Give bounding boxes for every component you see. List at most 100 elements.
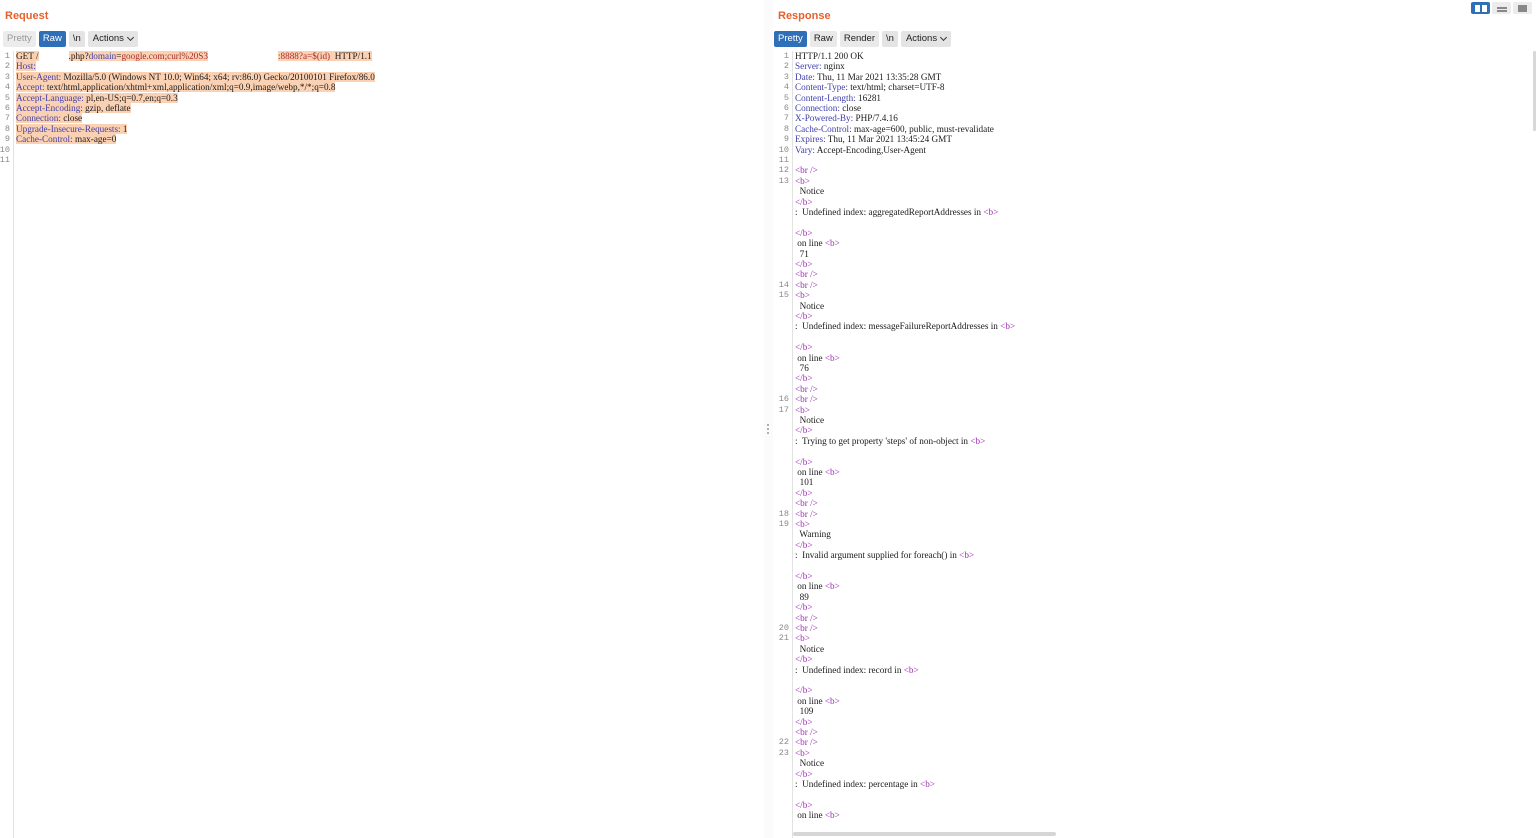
tag: <b>	[824, 352, 840, 363]
in-word: in	[908, 779, 921, 789]
body-line: 101	[795, 477, 814, 488]
on-line: on line	[795, 467, 825, 477]
header-key: Content-Length:	[795, 92, 856, 103]
on-line: on line	[795, 352, 825, 363]
header-value: Thu, 11 Mar 2021 13:35:28 GMT	[814, 71, 942, 82]
response-header: Connection: close	[795, 103, 861, 113]
line-number: 16	[778, 394, 789, 405]
header-key: Connection:	[795, 103, 840, 113]
drag-handle-icon[interactable]	[767, 424, 770, 436]
header-key: Expires:	[795, 134, 826, 145]
layout-tabs-button[interactable]	[1513, 2, 1532, 14]
header-key: Upgrade-Insecure-Requests:	[16, 123, 121, 134]
tag: <b>	[824, 467, 840, 477]
body-line: <b>	[795, 747, 810, 758]
header-value: Mozilla/5.0 (Windows NT 10.0; Win64; x64…	[61, 71, 375, 82]
request-tab-raw[interactable]: Raw	[38, 30, 66, 47]
line-number: 1	[783, 51, 789, 61]
request-line-7: Connection: close	[16, 113, 83, 124]
tag: <b>	[920, 779, 935, 789]
response-tab-raw[interactable]: Raw	[809, 30, 837, 47]
header-key: Cache-Control:	[795, 123, 852, 134]
error-message: Undefined index: aggregatedReportAddress…	[802, 207, 972, 217]
line-number: 5	[4, 92, 10, 103]
line-number: 10	[0, 144, 10, 155]
body-line: <br />	[795, 394, 818, 405]
header-key: Server:	[795, 61, 822, 72]
line-number: 12	[778, 165, 789, 176]
line-number: 2	[783, 61, 789, 72]
response-pane: Response Pretty Raw Render \n Actions 1 …	[773, 0, 1536, 838]
in-word: in	[958, 435, 971, 446]
response-header: X-Powered-By: PHP/7.4.16	[795, 113, 898, 123]
body-line: </b>	[795, 602, 813, 613]
error-message: Trying to get property 'steps' of non-ob…	[801, 435, 959, 446]
body-line: : Undefined index: record in <b>	[795, 665, 919, 675]
request-line-9: Cache-Control: max-age=0	[16, 134, 117, 145]
response-tab-pretty[interactable]: Pretty	[774, 30, 807, 47]
pane-splitter[interactable]	[764, 0, 773, 838]
response-title: Response	[778, 10, 831, 22]
line-number: 9	[4, 134, 10, 145]
chevron-down-icon	[940, 33, 948, 41]
body-line: on line <b>	[795, 581, 840, 591]
request-actions-menu[interactable]: Actions	[87, 30, 138, 47]
body-line: on line <b>	[795, 467, 840, 477]
header-value: 16281	[855, 92, 881, 103]
body-line: Notice	[795, 415, 825, 425]
redacted-area	[38, 51, 69, 62]
request-newline-toggle[interactable]: \n	[68, 30, 85, 47]
layout-stacked-button[interactable]	[1492, 2, 1511, 14]
body-line: <br />	[795, 279, 818, 290]
response-newline-toggle[interactable]: \n	[882, 30, 898, 47]
line-number: 4	[783, 82, 789, 93]
line-number: 18	[778, 508, 789, 519]
response-header: Expires: Thu, 11 Mar 2021 13:45:24 GMT	[795, 134, 952, 144]
body-line: : Undefined index: messageFailureReportA…	[795, 321, 1015, 331]
response-status-line: HTTP/1.1 200 OK	[795, 51, 864, 61]
line-number: 8	[4, 123, 10, 134]
in-word: in	[891, 664, 904, 675]
line-number: 7	[4, 113, 10, 124]
body-line: 109	[795, 706, 814, 717]
response-header: Server: nginx	[795, 61, 845, 71]
response-actions-menu[interactable]: Actions	[900, 30, 952, 47]
request-editor[interactable]: 1 2 3 4 5 6 7 8 9 10 11 GET / .php?domai…	[0, 51, 764, 838]
request-param-value-tail: :8888?a=$(id)	[277, 51, 331, 61]
body-line: on line <b>	[795, 696, 840, 706]
tag: <b>	[1000, 321, 1016, 332]
response-editor[interactable]: 1 2 3 4 5 6 7 8 9 10 11 12 13 14 15 16 1…	[773, 51, 1536, 838]
layout-side-by-side-button[interactable]	[1471, 2, 1490, 14]
body-line: </b>	[795, 373, 813, 384]
body-line: </b>	[795, 456, 813, 467]
request-param-name: domain	[88, 51, 117, 61]
header-key: Cache-Control:	[16, 134, 73, 145]
line-number: 23	[778, 747, 789, 758]
response-header: Cache-Control: max-age=600, public, must…	[795, 124, 994, 134]
request-tab-pretty[interactable]: Pretty	[3, 30, 36, 47]
header-key: Accept-Language:	[16, 92, 84, 103]
response-header: Date: Thu, 11 Mar 2021 13:35:28 GMT	[795, 72, 941, 82]
line-number: 11	[778, 155, 789, 165]
body-line: : Trying to get property 'steps' of non-…	[795, 436, 985, 446]
header-key: Vary:	[795, 144, 815, 155]
tag: <b>	[824, 581, 840, 592]
body-line: on line <b>	[795, 238, 840, 248]
line-number: 13	[778, 175, 789, 186]
request-title: Request	[5, 10, 49, 22]
header-value: gzip, deflate	[82, 103, 131, 113]
response-horizontal-scrollbar[interactable]	[793, 832, 1056, 836]
request-line-2: Host:	[16, 61, 36, 72]
header-value: close	[839, 103, 862, 113]
line-number: 20	[778, 623, 789, 633]
error-message: Undefined index: percentage	[802, 779, 909, 789]
chevron-down-icon	[126, 33, 134, 41]
body-line: on line <b>	[795, 353, 840, 363]
response-tab-render[interactable]: Render	[839, 30, 879, 47]
on-line: on line	[795, 695, 825, 706]
error-message: Undefined index: messageFailureReportAdd…	[802, 321, 989, 332]
request-line-3: User-Agent: Mozilla/5.0 (Windows NT 10.0…	[16, 71, 375, 82]
body-line: Warning	[795, 529, 831, 540]
tag: <b>	[824, 238, 840, 249]
header-key: Connection:	[16, 113, 61, 124]
